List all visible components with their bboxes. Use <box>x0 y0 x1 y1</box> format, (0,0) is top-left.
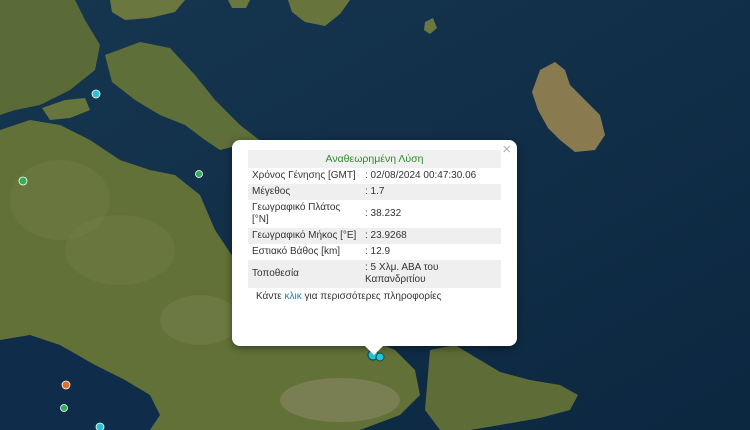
quake-marker[interactable] <box>61 380 71 390</box>
row-label: Χρόνος Γένησης [GMT] <box>252 170 356 181</box>
terrain-patch-2 <box>280 378 400 422</box>
row-value: : 02/08/2024 00:47:30.06 <box>365 170 477 181</box>
more-info-link[interactable]: κλικ <box>285 291 302 302</box>
row-label: Εστιακό Βάθος [km] <box>252 246 341 257</box>
row-value: : 38.232 <box>365 208 402 219</box>
info-table: Χρόνος Γένησης [GMT] : 02/08/2024 00:47:… <box>248 168 501 288</box>
more-suffix: για περισσότερες πληροφορίες <box>301 291 442 302</box>
row-label: Γεωγραφικό Πλάτος [°N] <box>252 202 341 225</box>
more-info-text: Κάντε κλικ για περισσότερες πληροφορίες <box>248 291 501 302</box>
quake-marker[interactable] <box>60 404 68 412</box>
quake-marker[interactable] <box>195 170 203 178</box>
quake-marker[interactable] <box>91 89 101 99</box>
table-row: Χρόνος Γένησης [GMT] : 02/08/2024 00:47:… <box>248 168 501 184</box>
row-value: : 5 Χλμ. ΑΒΑ του Καπανδριτίου <box>361 260 501 288</box>
row-value: : 23.9268 <box>361 228 501 244</box>
close-icon[interactable]: × <box>502 142 511 158</box>
terrain-patch-4 <box>160 295 240 345</box>
table-row: Μέγεθος : 1.7 <box>248 184 501 200</box>
table-row: Γεωγραφικό Πλάτος [°N] : 38.232 <box>248 200 501 228</box>
table-row: Γεωγραφικό Μήκος [°E] : 23.9268 <box>248 228 501 244</box>
quake-marker[interactable] <box>95 422 105 430</box>
quake-marker[interactable] <box>18 176 28 186</box>
row-value: : 12.9 <box>365 246 391 257</box>
more-prefix: Κάντε <box>256 291 285 302</box>
table-row: Τοποθεσία : 5 Χλμ. ΑΒΑ του Καπανδριτίου <box>248 260 501 288</box>
table-row: Εστιακό Βάθος [km] : 12.9 <box>248 244 501 260</box>
popup-title: Αναθεωρημένη Λύση <box>248 150 501 168</box>
row-label: Τοποθεσία <box>248 260 361 288</box>
earthquake-info-popup: × Αναθεωρημένη Λύση Χρόνος Γένησης [GMT]… <box>232 140 517 355</box>
row-label: Γεωγραφικό Μήκος [°E] <box>248 228 361 244</box>
row-label: Μέγεθος <box>248 184 361 200</box>
row-value: : 1.7 <box>361 184 501 200</box>
terrain-patch-3 <box>10 160 110 240</box>
